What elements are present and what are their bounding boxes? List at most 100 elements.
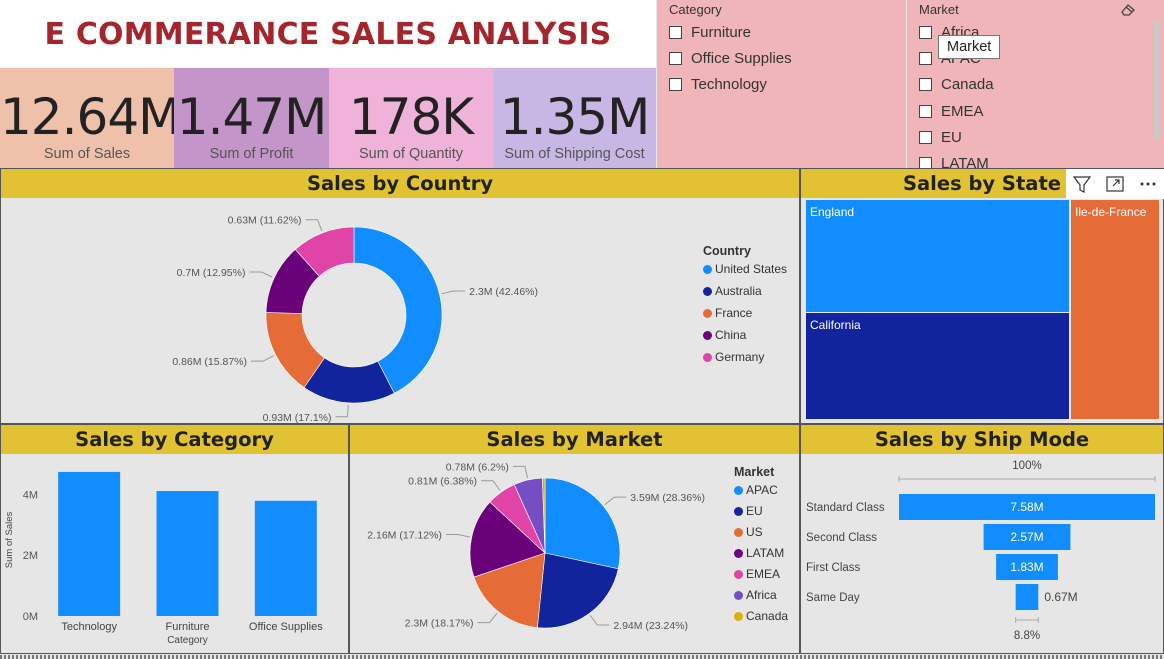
kpi-label: Sum of Sales [43,146,131,162]
checkbox[interactable] [919,25,932,39]
data-label: 0.86M (15.87%) [172,356,247,368]
sales-by-ship-mode-visual[interactable]: Sales by Ship Mode 100% Standard Class 7.5… [800,424,1164,654]
slicer-item-technology[interactable]: Technology [669,74,767,94]
leader-line [481,480,501,491]
slicer-item-label: EU [941,128,962,146]
kpi-label: Sum of Quantity [359,146,463,162]
y-tick-label: 2M [23,550,38,562]
checkbox[interactable] [919,77,932,91]
treemap-label: California [810,318,861,332]
kpi-label: Sum of Profit [209,146,294,162]
legend-item-africa[interactable]: Africa [734,588,788,602]
treemap-tile-england[interactable]: England [806,200,1069,312]
checkbox[interactable] [669,25,682,39]
legend-item-emea[interactable]: EMEA [734,567,788,581]
kpi-value: 178K [348,88,474,146]
bar-technology [58,471,121,616]
sales-by-state-visual[interactable]: Sales by State England California Ile-de… [800,168,1164,424]
legend-label: United States [715,262,788,276]
bottom-divider [0,655,1164,659]
market-slicer[interactable]: Market Africa APAC Canada EMEA EU LATAM … [907,0,1164,168]
chart-title: Sales by Country [1,169,799,198]
data-label: 0.78M (6.2%) [446,461,509,473]
category-slicer[interactable]: Category Furniture Office Supplies Techn… [657,0,906,168]
x-axis-title: Category [167,635,208,646]
kpi-card-shipping-cost[interactable]: 1.35M Sum of Shipping Cost [493,68,656,168]
category-slicer-header: Category [669,2,722,17]
bar-furniture [156,491,219,616]
sales-by-market-visual[interactable]: Sales by Market 3.59M (28.36%) 2.94M (23.… [349,424,800,654]
legend-item-france[interactable]: France [703,306,787,320]
legend-item-eu[interactable]: EU [734,504,788,518]
scrollbar[interactable] [1154,20,1160,140]
leader-line [335,404,349,418]
y-tick-label: 4M [23,489,38,501]
slicer-item-eu[interactable]: EU [919,127,962,147]
funnel-value-label: 0.67M [1044,590,1077,604]
slicer-item-office-supplies[interactable]: Office Supplies [669,48,792,68]
funnel-chart[interactable]: 100% Standard Class 7.58M Second Class 2.57M… [801,454,1163,653]
legend-item-germany[interactable]: Germany [703,350,787,364]
kpi-card-profit[interactable]: 1.47M Sum of Profit [174,68,329,168]
slicer-item-furniture[interactable]: Furniture [669,22,751,42]
data-label: 2.94M (23.24%) [613,620,688,632]
legend-item-australia[interactable]: Australia [703,284,787,298]
bar-chart[interactable]: 0M 2M 4M Sum of Sales Technology Furniture Off… [1,454,348,653]
legend-item-us[interactable]: US [734,525,788,539]
legend-marker [703,286,712,296]
slicer-item-label: LATAM [941,154,989,169]
data-label: 2.3M (42.46%) [469,286,538,298]
checkbox[interactable] [669,77,682,91]
sales-by-category-visual[interactable]: Sales by Category 0M 2M 4M Sum of Sales Tech… [0,424,349,654]
legend-item-latam[interactable]: LATAM [734,546,788,560]
legend-marker [734,506,743,516]
kpi-card-sales[interactable]: 12.64M Sum of Sales [0,68,181,168]
funnel-bracket [1015,617,1039,623]
filter-icon[interactable] [1071,174,1093,194]
leader-line [249,271,273,278]
legend-item-china[interactable]: China [703,328,787,342]
slicer-item-latam[interactable]: LATAM [919,153,989,168]
checkbox[interactable] [919,130,932,144]
more-options-icon[interactable] [1137,174,1159,194]
eraser-icon[interactable] [1119,1,1137,17]
donut-chart[interactable]: 2.3M (42.46%) 0.93M (17.1%) 0.86M (15.87%)… [1,198,691,423]
leader-line [477,612,498,624]
slicer-item-label: Canada [941,75,994,93]
funnel-value-label: 7.58M [1010,500,1043,514]
legend-item-apac[interactable]: APAC [734,483,788,497]
data-label: 0.7M (12.95%) [177,267,246,279]
checkbox[interactable] [669,51,682,65]
dashboard-title-box: E COMMERANCE SALES ANALYSIS [0,0,656,68]
country-legend: Country United States Australia France Chin… [703,244,787,364]
funnel-category-label: Standard Class [806,502,885,514]
slicer-item-canada[interactable]: Canada [919,74,994,94]
legend-label: China [715,328,747,342]
treemap-tile-california[interactable]: California [806,313,1069,419]
treemap-tile-ile-de-france[interactable]: Ile-de-France [1071,200,1159,419]
legend-marker [734,548,743,558]
legend-label: LATAM [746,546,785,560]
slicer-item-emea[interactable]: EMEA [919,101,984,121]
sales-by-country-visual[interactable]: Sales by Country 2.3M (42.46%) 0.93M (17.… [0,168,800,424]
chart-title: Sales by Category [1,425,348,454]
checkbox[interactable] [919,51,932,65]
checkbox[interactable] [919,156,932,168]
kpi-card-quantity[interactable]: 178K Sum of Quantity [329,68,493,168]
legend-label: Australia [715,284,762,298]
legend-marker [703,330,712,340]
legend-item-united-states[interactable]: United States [703,262,787,276]
data-label: 3.59M (28.36%) [630,492,705,504]
checkbox[interactable] [919,104,932,118]
legend-item-canada[interactable]: Canada [734,609,788,623]
legend-title: Country [703,244,751,258]
legend-label: EMEA [746,567,781,581]
legend-marker [734,611,743,621]
focus-mode-icon[interactable] [1104,174,1126,194]
leader-line [445,533,470,538]
tooltip: Market [938,35,1001,59]
funnel-category-label: Second Class [806,532,877,544]
legend-marker [703,352,712,362]
pie-chart[interactable]: 3.59M (28.36%) 2.94M (23.24%) 2.3M (18.17%… [350,454,730,653]
slicer-item-label: Technology [691,75,767,93]
